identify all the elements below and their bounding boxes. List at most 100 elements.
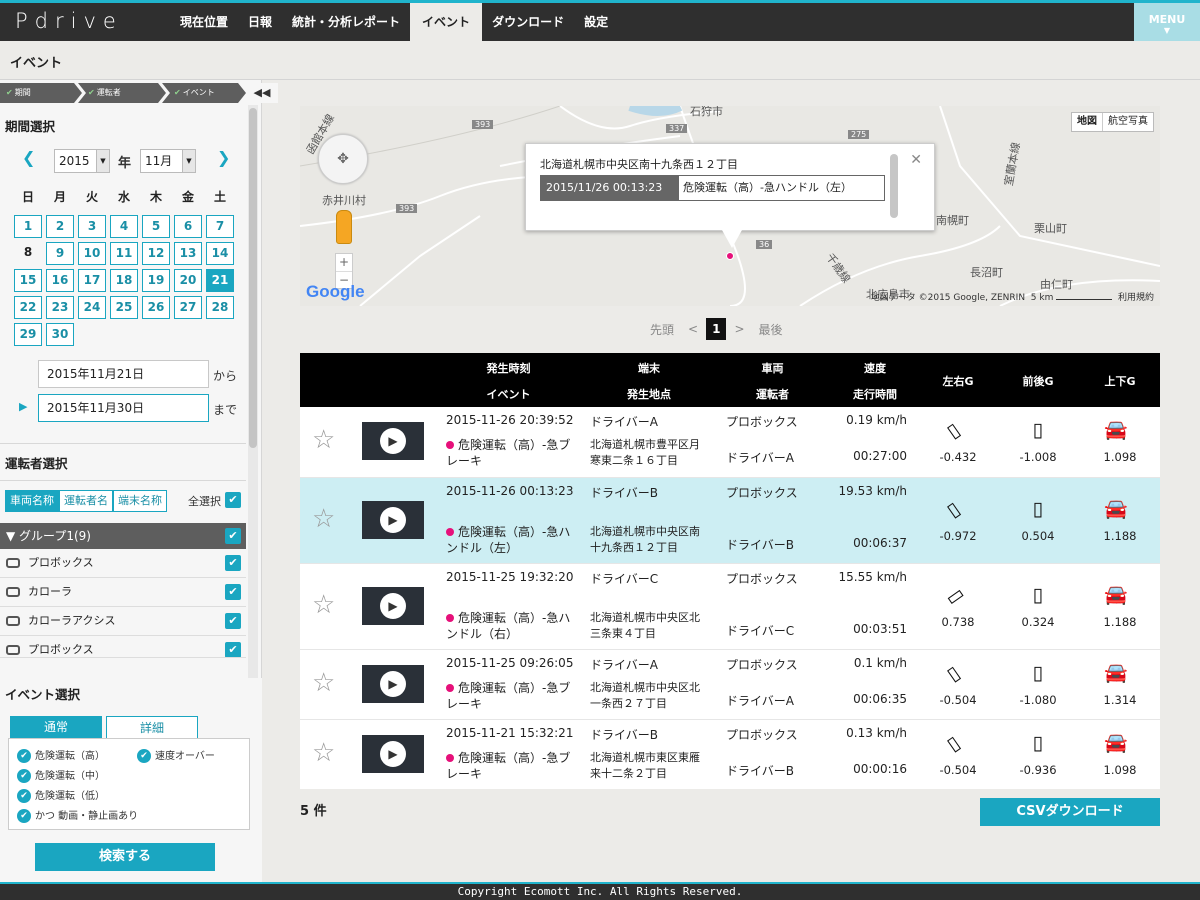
start-date-input[interactable]: 2015年11月21日	[38, 360, 209, 388]
calendar-day[interactable]: 15	[14, 269, 42, 292]
calendar-day[interactable]: 22	[14, 296, 42, 319]
pan-control-icon[interactable]: ✥	[318, 134, 368, 184]
vehicle-checkbox[interactable]: ✔	[225, 613, 241, 629]
csv-download-button[interactable]: CSVダウンロード	[980, 798, 1160, 826]
calendar-day[interactable]: 11	[110, 242, 138, 265]
calendar-day[interactable]: 6	[174, 215, 202, 238]
vehicle-item[interactable]: プロボックス ✔	[0, 636, 246, 658]
tab-vehicle-name[interactable]: 車両名称	[5, 490, 59, 512]
select-all-checkbox[interactable]: ✔	[225, 492, 241, 508]
step-event[interactable]: ✔ イベント	[162, 83, 246, 103]
video-thumbnail[interactable]: ▶	[362, 422, 424, 460]
tab-detail[interactable]: 詳細	[106, 716, 198, 738]
page-first[interactable]: 先頭	[650, 321, 674, 338]
calendar-day[interactable]: 13	[174, 242, 202, 265]
zoom-in-icon[interactable]: +	[336, 254, 352, 271]
star-icon[interactable]: ☆	[312, 590, 335, 620]
calendar-day[interactable]: 21	[206, 269, 234, 292]
close-icon[interactable]: ✕	[910, 152, 922, 168]
calendar-day[interactable]: 14	[206, 242, 234, 265]
tab-driver-name[interactable]: 運転者名	[59, 490, 113, 512]
month-select[interactable]: 11月 ▼	[140, 149, 196, 173]
video-thumbnail[interactable]: ▶	[362, 501, 424, 539]
nav-statistics[interactable]: 統計・分析レポート	[282, 3, 410, 41]
calendar-day[interactable]: 9	[46, 242, 74, 265]
nav-settings[interactable]: 設定	[574, 3, 618, 41]
vehicle-item[interactable]: プロボックス ✔	[0, 549, 246, 578]
street-view-pegman-icon[interactable]	[336, 210, 352, 244]
info-scrollbar[interactable]	[890, 154, 898, 218]
event-option-medium[interactable]: ✔ 危険運転（中）	[17, 767, 105, 783]
page-next[interactable]: >	[734, 322, 744, 336]
star-icon[interactable]: ☆	[312, 668, 335, 698]
vehicle-checkbox[interactable]: ✔	[225, 642, 241, 657]
calendar-day[interactable]: 25	[110, 296, 138, 319]
calendar-day[interactable]: 10	[78, 242, 106, 265]
star-icon[interactable]: ☆	[312, 738, 335, 768]
menu-button[interactable]: MENU ▼	[1134, 3, 1200, 41]
table-row[interactable]: ☆ ▶ 2015-11-25 09:26:05 危険運転（高）-急ブレーキ ドライバーA…	[300, 649, 1160, 719]
calendar-day[interactable]: 19	[142, 269, 170, 292]
year-select[interactable]: 2015 ▼	[54, 149, 110, 173]
next-month-arrow-icon[interactable]: ❯	[217, 148, 230, 167]
page-prev[interactable]: <	[688, 322, 698, 336]
map[interactable]: 石狩市 赤井川村 南幌町 栗山町 長沼町 由仁町 北広島市 千歳線 室蘭本線 函…	[300, 106, 1160, 306]
calendar-day[interactable]: 17	[78, 269, 106, 292]
calendar-day[interactable]: 7	[206, 215, 234, 238]
calendar-day[interactable]: 1	[14, 215, 42, 238]
video-thumbnail[interactable]: ▶	[362, 735, 424, 773]
event-option-high[interactable]: ✔ 危険運転（高）	[17, 747, 105, 763]
vehicle-item[interactable]: カローラ ✔	[0, 578, 246, 607]
table-row[interactable]: ☆ ▶ 2015-11-25 19:32:20 危険運転（高）-急ハンドル（右） ドライ…	[300, 563, 1160, 649]
map-type-satellite[interactable]: 航空写真	[1103, 113, 1153, 131]
calendar-day[interactable]: 16	[46, 269, 74, 292]
video-thumbnail[interactable]: ▶	[362, 665, 424, 703]
nav-current-location[interactable]: 現在位置	[170, 3, 238, 41]
calendar-day[interactable]: 28	[206, 296, 234, 319]
tab-normal[interactable]: 通常	[10, 716, 102, 738]
table-row[interactable]: ☆ ▶ 2015-11-26 00:13:23 危険運転（高）-急ハンドル（左） ドライ…	[300, 477, 1160, 563]
collapse-sidebar-button[interactable]: ◀◀	[246, 83, 278, 103]
search-button[interactable]: 検索する	[35, 843, 215, 871]
group-checkbox[interactable]: ✔	[225, 528, 241, 544]
scrollbar-thumb[interactable]	[249, 108, 257, 448]
nav-daily-report[interactable]: 日報	[238, 3, 282, 41]
calendar-day[interactable]: 5	[142, 215, 170, 238]
star-icon[interactable]: ☆	[312, 425, 335, 455]
calendar-day[interactable]: 12	[142, 242, 170, 265]
nav-download[interactable]: ダウンロード	[482, 3, 574, 41]
star-icon[interactable]: ☆	[312, 504, 335, 534]
calendar-day[interactable]: 20	[174, 269, 202, 292]
step-period[interactable]: ✔ 期間	[0, 83, 82, 103]
event-option-speeding[interactable]: ✔ 速度オーバー	[137, 747, 215, 763]
calendar-day[interactable]: 29	[14, 323, 42, 346]
vehicle-checkbox[interactable]: ✔	[225, 584, 241, 600]
calendar-day[interactable]: 30	[46, 323, 74, 346]
prev-month-arrow-icon[interactable]: ❮	[22, 148, 35, 167]
nav-events[interactable]: イベント	[410, 3, 483, 41]
tab-terminal-name[interactable]: 端末名称	[113, 490, 167, 512]
table-row[interactable]: ☆ ▶ 2015-11-21 15:32:21 危険運転（高）-急ブレーキ ドライバーB…	[300, 719, 1160, 789]
calendar-day[interactable]: 3	[78, 215, 106, 238]
vehicle-item[interactable]: カローラアクシス ✔	[0, 607, 246, 636]
sidebar-scrollbar[interactable]	[248, 105, 258, 680]
calendar-day[interactable]: 26	[142, 296, 170, 319]
app-logo[interactable]: Pdrive	[15, 9, 123, 33]
page-last[interactable]: 最後	[759, 321, 783, 338]
calendar-day[interactable]: 27	[174, 296, 202, 319]
terms-link[interactable]: 利用規約	[1118, 293, 1154, 303]
video-thumbnail[interactable]: ▶	[362, 587, 424, 625]
map-type-map[interactable]: 地図	[1072, 113, 1103, 131]
table-row[interactable]: ☆ ▶ 2015-11-26 20:39:52 危険運転（高）-急ブレーキ ドライバーA…	[300, 407, 1160, 477]
vehicle-checkbox[interactable]: ✔	[225, 555, 241, 571]
map-marker[interactable]	[726, 252, 734, 260]
page-current[interactable]: 1	[706, 318, 727, 340]
event-option-low[interactable]: ✔ 危険運転（低）	[17, 787, 105, 803]
end-date-input[interactable]: 2015年11月30日	[38, 394, 209, 422]
calendar-day[interactable]: 24	[78, 296, 106, 319]
step-driver[interactable]: ✔ 運転者	[78, 83, 166, 103]
calendar-day[interactable]: 18	[110, 269, 138, 292]
group-row[interactable]: ▼ グループ1(9) ✔	[0, 523, 246, 549]
calendar-day[interactable]: 4	[110, 215, 138, 238]
calendar-day[interactable]: 2	[46, 215, 74, 238]
